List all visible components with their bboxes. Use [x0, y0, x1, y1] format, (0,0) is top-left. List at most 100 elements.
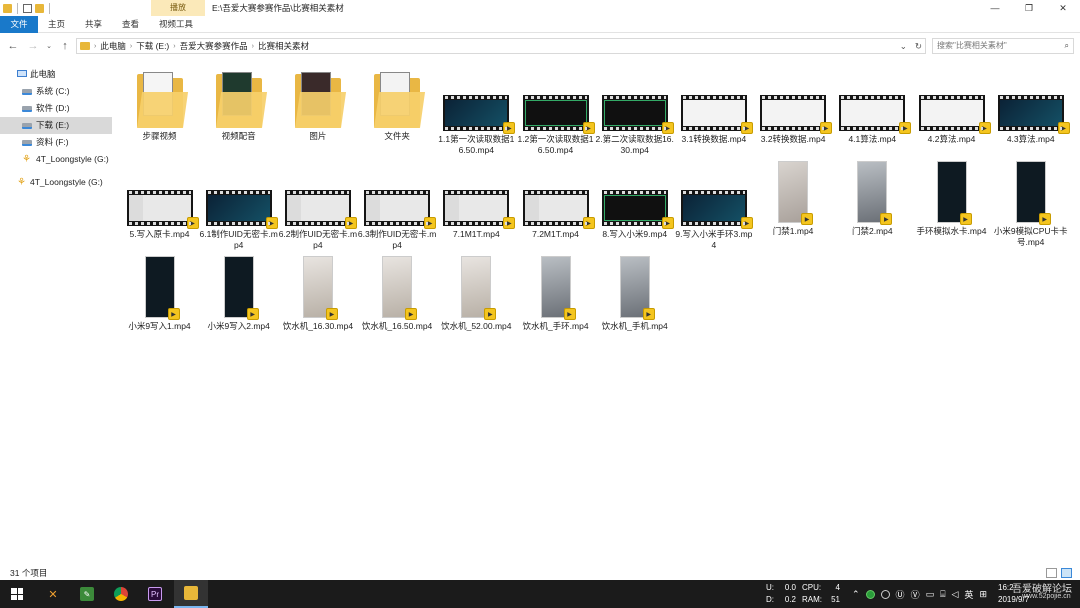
- file-item[interactable]: ▶ 小米9写入2.mp4: [199, 256, 278, 332]
- app-tray-green-icon[interactable]: [865, 589, 875, 599]
- chrome-icon: [114, 587, 128, 601]
- file-item[interactable]: 视频配音: [199, 66, 278, 142]
- file-item[interactable]: ▶ 6.2制作UID无密卡.mp4: [278, 161, 357, 251]
- tab-file[interactable]: 文件: [0, 16, 38, 33]
- chevron-right-icon[interactable]: ›: [130, 43, 132, 50]
- file-item[interactable]: 文件夹: [358, 66, 437, 142]
- status-bar: 31 个项目: [0, 566, 1080, 580]
- breadcrumb-this-pc[interactable]: 此电脑: [100, 40, 126, 52]
- file-item[interactable]: ▶ 门禁1.mp4: [754, 161, 833, 237]
- app-tray-u-icon[interactable]: Ⓤ: [896, 588, 905, 601]
- file-item[interactable]: ▶ 1.2第一次读取数据16.50.mp4: [516, 66, 595, 156]
- nav-item-drive-f[interactable]: 资料 (F:): [0, 134, 112, 151]
- start-button[interactable]: [0, 580, 34, 608]
- file-item[interactable]: ▶ 饮水机_手机.mp4: [595, 256, 674, 332]
- file-item[interactable]: 步骤视频: [120, 66, 199, 142]
- breadcrumb-contest-works[interactable]: 吾爱大赛参赛作品: [180, 40, 248, 52]
- file-item[interactable]: ▶ 4.2算法.mp4: [912, 66, 991, 145]
- folder-icon[interactable]: [3, 3, 12, 13]
- volume-icon[interactable]: ◁: [952, 589, 959, 600]
- file-item[interactable]: ▶ 4.1算法.mp4: [833, 66, 912, 145]
- file-item[interactable]: ▶ 饮水机_16.30.mp4: [278, 256, 357, 332]
- file-item[interactable]: ▶ 饮水机_16.50.mp4: [358, 256, 437, 332]
- file-item[interactable]: ▶ 6.3制作UID无密卡.mp4: [358, 161, 437, 251]
- cpu-value: 4: [835, 583, 840, 592]
- cpu-label: CPU:: [802, 583, 822, 592]
- properties-icon[interactable]: [23, 3, 32, 13]
- new-folder-icon[interactable]: [35, 3, 44, 13]
- file-item[interactable]: ▶ 小米9写入1.mp4: [120, 256, 199, 332]
- file-item[interactable]: ▶ 7.1M1T.mp4: [437, 161, 516, 240]
- chevron-right-icon[interactable]: ›: [173, 43, 175, 50]
- tab-view[interactable]: 查看: [122, 16, 139, 33]
- context-tab-play[interactable]: 播放: [151, 0, 205, 16]
- taskbar-app-x-icon[interactable]: ✕: [36, 580, 70, 608]
- player-badge-icon: ▶: [503, 217, 516, 229]
- file-name: 小米9写入1.mp4: [128, 321, 191, 331]
- file-item[interactable]: 图片: [278, 66, 357, 142]
- nav-item-network-drive-g[interactable]: ⚘ 4T_Loongstyle (G:): [0, 151, 112, 168]
- back-arrow-icon[interactable]: ←: [6, 38, 20, 54]
- file-item[interactable]: ▶ 饮水机_52.00.mp4: [437, 256, 516, 332]
- chevron-up-icon[interactable]: ⌃: [852, 589, 860, 600]
- file-item[interactable]: ▶ 手环模拟水卡.mp4: [912, 161, 991, 237]
- divider: [49, 2, 50, 14]
- tab-home[interactable]: 主页: [48, 16, 65, 33]
- video-thumbnail: ▶: [857, 161, 893, 225]
- maximize-button[interactable]: ❐: [1012, 0, 1046, 16]
- large-icons-view-icon[interactable]: [1061, 568, 1072, 578]
- network-icon[interactable]: ⌸: [940, 589, 945, 600]
- forward-arrow-icon[interactable]: →: [26, 38, 40, 54]
- chevron-right-icon[interactable]: ›: [94, 43, 96, 50]
- video-thumbnail: ▶: [302, 256, 338, 320]
- refresh-icon[interactable]: ↻: [915, 39, 922, 53]
- details-view-icon[interactable]: [1046, 568, 1057, 578]
- player-badge-icon: ▶: [801, 213, 814, 225]
- file-item[interactable]: ▶ 6.1制作UID无密卡.mp4: [199, 161, 278, 251]
- file-item[interactable]: ▶ 2.第二次读取数据16.30.mp4: [595, 66, 674, 156]
- search-input[interactable]: 搜索"比赛相关素材" ⌕: [932, 38, 1074, 54]
- breadcrumb-current-folder[interactable]: 比赛相关素材: [258, 40, 309, 52]
- tab-share[interactable]: 共享: [85, 16, 102, 33]
- display-icon[interactable]: ▭: [926, 589, 935, 600]
- nav-item-network-location-g[interactable]: ⚘ 4T_Loongstyle (G:): [0, 174, 112, 191]
- file-item[interactable]: ▶ 门禁2.mp4: [833, 161, 912, 237]
- upload-label: U:: [766, 583, 774, 592]
- close-button[interactable]: ✕: [1046, 0, 1080, 16]
- up-arrow-icon[interactable]: ↑: [58, 38, 72, 54]
- file-item[interactable]: ▶ 3.1转换数据.mp4: [674, 66, 753, 145]
- drive-icon: [22, 140, 32, 146]
- player-badge-icon: ▶: [820, 122, 833, 134]
- file-item[interactable]: ▶ 7.2M1T.mp4: [516, 161, 595, 240]
- minimize-button[interactable]: —: [978, 0, 1012, 16]
- taskbar-app-chrome[interactable]: [104, 580, 138, 608]
- chevron-right-icon[interactable]: ›: [252, 43, 254, 50]
- app-tray-v-icon[interactable]: Ⓥ: [911, 588, 920, 601]
- chevron-down-icon[interactable]: ⌄: [900, 39, 907, 53]
- app-tray-circle-icon[interactable]: [880, 589, 890, 599]
- file-item[interactable]: ▶ 饮水机_手环.mp4: [516, 256, 595, 332]
- tab-video-tools[interactable]: 视频工具: [159, 16, 193, 33]
- ime-indicator[interactable]: 英: [964, 588, 973, 601]
- nav-item-this-pc[interactable]: 此电脑: [0, 66, 112, 83]
- recent-chevron-down-icon[interactable]: ⌄: [42, 38, 56, 54]
- file-item[interactable]: ▶ 1.1第一次读取数据16.50.mp4: [437, 66, 516, 156]
- breadcrumb-drive-e[interactable]: 下载 (E:): [136, 40, 169, 52]
- taskbar-app-notepad[interactable]: ✎: [70, 580, 104, 608]
- video-thumbnail: ▶: [601, 95, 674, 134]
- file-item[interactable]: ▶ 9.写入小米手环3.mp4: [674, 161, 753, 251]
- nav-item-drive-e[interactable]: 下载 (E:): [0, 117, 112, 134]
- file-item[interactable]: ▶ 4.3算法.mp4: [991, 66, 1070, 145]
- taskbar-app-explorer[interactable]: [174, 580, 208, 608]
- taskbar-app-premiere[interactable]: Pr: [138, 580, 172, 608]
- keyboard-icon[interactable]: ⊞: [979, 589, 987, 600]
- file-name: 6.2制作UID无密卡.mp4: [278, 229, 358, 250]
- nav-item-drive-c[interactable]: 系统 (C:): [0, 83, 112, 100]
- address-bar[interactable]: › 此电脑 › 下载 (E:) › 吾爱大赛参赛作品 › 比赛相关素材 ⌄ ↻: [76, 38, 926, 54]
- file-item[interactable]: ▶ 8.写入小米9.mp4: [595, 161, 674, 240]
- file-item[interactable]: ▶ 5.写入原卡.mp4: [120, 161, 199, 240]
- file-item[interactable]: ▶ 小米9模拟CPU卡卡号.mp4: [991, 161, 1070, 248]
- nav-item-drive-d[interactable]: 软件 (D:): [0, 100, 112, 117]
- file-item[interactable]: ▶ 3.2转换数据.mp4: [754, 66, 833, 145]
- folder-icon: [80, 42, 90, 50]
